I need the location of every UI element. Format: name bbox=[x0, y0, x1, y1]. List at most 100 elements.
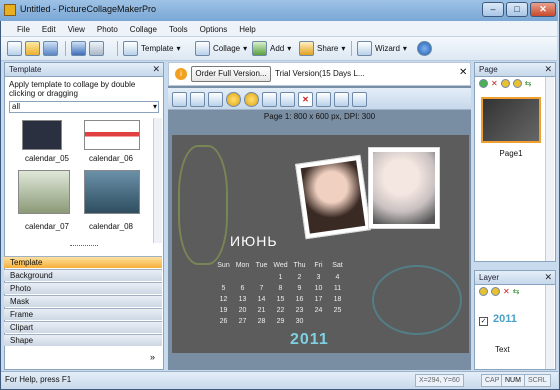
save-icon[interactable] bbox=[43, 41, 58, 56]
flip-icon[interactable] bbox=[208, 92, 223, 107]
send-backward-icon[interactable] bbox=[244, 92, 259, 107]
page-scrollbar[interactable] bbox=[545, 77, 554, 261]
category-mask[interactable]: Mask bbox=[4, 295, 162, 307]
open-folder-icon[interactable] bbox=[25, 41, 40, 56]
add-page-icon[interactable] bbox=[479, 79, 488, 88]
weekday-label: Mon bbox=[235, 262, 250, 269]
move-down-icon[interactable] bbox=[512, 79, 522, 88]
menu-view[interactable]: View bbox=[62, 25, 91, 34]
close-button[interactable]: ✕ bbox=[530, 2, 556, 17]
filter-value: all bbox=[12, 102, 21, 111]
category-template[interactable]: Template bbox=[4, 256, 162, 268]
page-info: Page 1: 800 x 600 px, DPI: 300 bbox=[263, 112, 376, 121]
category-photo[interactable]: Photo bbox=[4, 282, 162, 294]
calendar-day bbox=[309, 318, 328, 325]
close-icon[interactable]: ✕ bbox=[459, 67, 467, 78]
expand-icon[interactable]: » bbox=[150, 352, 155, 362]
category-clipart[interactable]: Clipart bbox=[4, 321, 162, 333]
thumbnail-calendar-05[interactable] bbox=[22, 120, 62, 150]
portrait-photo bbox=[300, 160, 366, 234]
move-up-icon[interactable] bbox=[500, 79, 510, 88]
help-icon[interactable] bbox=[417, 41, 432, 56]
thumbnail-calendar-08[interactable] bbox=[84, 170, 140, 214]
template-scrollbar[interactable] bbox=[153, 118, 162, 243]
trial-text: Trial Version(15 Days L... bbox=[275, 69, 365, 78]
category-frame[interactable]: Frame bbox=[4, 308, 162, 320]
calendar-day: 1 bbox=[278, 274, 283, 281]
cursor-coordinates: X=294, Y=60 bbox=[415, 374, 464, 387]
page-thumbnail[interactable] bbox=[481, 97, 541, 143]
refresh-icon[interactable]: ⇆ bbox=[513, 287, 520, 296]
delete-icon[interactable]: ✕ bbox=[298, 92, 313, 107]
calendar-week-row: 19 20 21 22 23 24 25 bbox=[214, 307, 354, 314]
order-full-version-button[interactable]: Order Full Version... bbox=[191, 66, 271, 82]
category-background[interactable]: Background bbox=[4, 269, 162, 281]
app-icon bbox=[4, 4, 16, 16]
thumbnail-calendar-07[interactable] bbox=[18, 170, 70, 214]
rotate-icon[interactable] bbox=[190, 92, 205, 107]
close-icon[interactable]: ✕ bbox=[152, 64, 160, 75]
menu-edit[interactable]: Edit bbox=[36, 25, 62, 34]
calendar-day: 30 bbox=[295, 318, 304, 325]
menu-bar: File Edit View Photo Collage Tools Optio… bbox=[1, 21, 557, 37]
menu-photo[interactable]: Photo bbox=[91, 25, 124, 34]
undo-icon[interactable] bbox=[71, 41, 86, 56]
weekday-label: Fri bbox=[314, 262, 323, 269]
template-filter-select[interactable]: all ▾ bbox=[9, 101, 159, 113]
menu-options[interactable]: Options bbox=[194, 25, 234, 34]
calendar-day: 24 bbox=[314, 307, 323, 314]
main-toolbar: Template ▾ Collage ▾ Add ▾ Share ▾ Wizard ▾ bbox=[1, 37, 557, 61]
template-button[interactable]: Template ▾ bbox=[123, 40, 180, 57]
template-icon bbox=[123, 41, 138, 56]
weekday-label: Wed bbox=[273, 262, 288, 269]
layer-down-icon[interactable] bbox=[491, 287, 500, 296]
new-icon[interactable] bbox=[7, 41, 22, 56]
collage-button[interactable]: Collage ▾ bbox=[195, 40, 247, 57]
window-title: Untitled - PictureCollageMakerPro bbox=[20, 4, 157, 14]
layer-preview[interactable]: 2011 bbox=[493, 313, 517, 325]
photo-frame-2[interactable] bbox=[368, 147, 440, 229]
calendar-day: 29 bbox=[276, 318, 285, 325]
minimize-button[interactable]: – bbox=[482, 2, 504, 17]
trial-notice: i Order Full Version... Trial Version(15… bbox=[168, 62, 471, 86]
layer-visibility-checkbox[interactable]: ✓ bbox=[479, 317, 488, 326]
menu-file[interactable]: File bbox=[11, 25, 36, 34]
collage-icon bbox=[195, 41, 210, 56]
thumbnail-label: calendar_08 bbox=[88, 222, 134, 231]
portrait-photo bbox=[373, 152, 435, 224]
category-shape[interactable]: Shape bbox=[4, 334, 162, 346]
close-icon[interactable]: ✕ bbox=[544, 272, 552, 283]
undo-icon[interactable] bbox=[280, 92, 295, 107]
splitter-handle[interactable] bbox=[70, 245, 98, 248]
layer-up-icon[interactable] bbox=[479, 287, 488, 296]
refresh-icon[interactable]: ⇆ bbox=[525, 79, 532, 88]
calendar-day: 3 bbox=[316, 274, 321, 281]
photo-frame-1[interactable] bbox=[295, 154, 371, 240]
menu-collage[interactable]: Collage bbox=[124, 25, 163, 34]
layer-scrollbar[interactable] bbox=[545, 285, 554, 369]
maximize-button[interactable]: □ bbox=[506, 2, 528, 17]
menu-help[interactable]: Help bbox=[233, 25, 261, 34]
fit-icon[interactable] bbox=[352, 92, 367, 107]
layer-toolbar: ✕ ⇆ bbox=[479, 287, 519, 296]
distribute-icon[interactable] bbox=[334, 92, 349, 107]
menu-tools[interactable]: Tools bbox=[163, 25, 194, 34]
delete-layer-icon[interactable]: ✕ bbox=[503, 287, 510, 296]
close-icon[interactable]: ✕ bbox=[544, 64, 552, 75]
status-help: For Help, press F1 bbox=[5, 375, 72, 384]
page-panel: Page ✕ ✕ ⇆ Page1 bbox=[474, 62, 556, 262]
share-button[interactable]: Share ▾ bbox=[299, 40, 345, 57]
thumbnail-calendar-06[interactable] bbox=[84, 120, 140, 150]
redo-icon[interactable] bbox=[89, 41, 104, 56]
bring-forward-icon[interactable] bbox=[226, 92, 241, 107]
wizard-button[interactable]: Wizard ▾ bbox=[357, 40, 407, 57]
delete-page-icon[interactable]: ✕ bbox=[491, 79, 498, 88]
calendar-week-row: 5 6 7 8 9 10 11 bbox=[214, 285, 354, 292]
weekday-header: Sun Mon Tue Wed Thu Fri Sat bbox=[214, 262, 354, 269]
thumbnail-label: calendar_07 bbox=[24, 222, 70, 231]
align-icon[interactable] bbox=[316, 92, 331, 107]
redo-icon[interactable] bbox=[262, 92, 277, 107]
add-button[interactable]: Add ▾ bbox=[252, 40, 291, 57]
page-toolbar: ✕ ⇆ bbox=[479, 79, 531, 88]
crop-icon[interactable] bbox=[172, 92, 187, 107]
